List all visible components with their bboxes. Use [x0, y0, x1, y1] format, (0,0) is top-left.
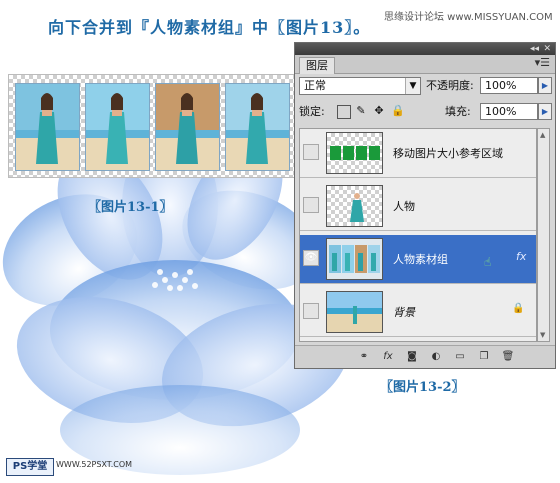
photo-1	[15, 83, 80, 171]
layer-thumbnail	[326, 132, 383, 174]
fill-label: 填充:	[445, 105, 471, 118]
layer-list-scrollbar[interactable]: ▲ ▼	[537, 128, 550, 342]
lock-brush-icon[interactable]: ✎	[355, 105, 367, 117]
opacity-label: 不透明度:	[426, 79, 474, 92]
layer-name[interactable]: 背景	[393, 304, 415, 320]
instruction-heading: 向下合并到『人物素材组』中〖图片13〗。	[48, 18, 371, 37]
layer-row[interactable]: 👁 人物素材组 fx ☝	[300, 235, 536, 284]
opacity-input[interactable]: 100%	[480, 77, 538, 94]
collapse-icon[interactable]: ◂◂	[530, 43, 539, 55]
caption-image-13-2: 〖图片13-2〗	[380, 380, 465, 395]
lock-label: 锁定:	[299, 105, 325, 118]
panel-tab-row: 图层 ▾☰	[295, 55, 555, 74]
lock-transparent-icon[interactable]	[337, 105, 351, 119]
logo-badge: PS学堂	[6, 458, 54, 476]
logo-url: WWW.52PSXT.COM	[56, 460, 133, 469]
link-icon[interactable]: ⚭	[357, 350, 371, 363]
layer-row[interactable]: 背景 🔒	[300, 288, 536, 337]
trash-icon[interactable]: 🗑	[501, 350, 515, 363]
photo-2	[85, 83, 150, 171]
layer-name[interactable]: 人物素材组	[393, 251, 448, 267]
folder-icon[interactable]: ▭	[453, 350, 467, 363]
layer-thumbnail	[326, 185, 383, 227]
visibility-eye-icon[interactable]: 👁	[303, 250, 319, 266]
visibility-eye-icon[interactable]	[303, 303, 319, 319]
visibility-eye-icon[interactable]	[303, 197, 319, 213]
panel-titlebar[interactable]: ◂◂ ✕	[295, 43, 555, 55]
layer-list: 移动图片大小参考区域 人物 👁 人物素材组 fx ☝ 背景 🔒	[299, 128, 537, 342]
layer-row[interactable]: 移动图片大小参考区域	[300, 129, 536, 178]
photo-4	[225, 83, 290, 171]
tab-layers[interactable]: 图层	[299, 57, 335, 74]
layer-thumbnail	[326, 291, 383, 333]
layer-thumbnail	[326, 238, 383, 280]
photo-3	[155, 83, 220, 171]
layer-name[interactable]: 人物	[393, 198, 415, 214]
new-layer-icon[interactable]: ❐	[477, 350, 491, 363]
photo-strip	[8, 74, 298, 178]
mask-icon[interactable]: ◙	[405, 350, 419, 363]
chevron-down-icon: ▼	[405, 78, 420, 94]
lock-fill-row: 锁定: ✎ ✥ 🔒 填充: 100% ▶	[299, 103, 552, 123]
caption-image-13-1: 〖图片13-1〗	[88, 200, 173, 215]
site-watermark: 思缘设计论坛 www.MISSYUAN.COM	[384, 12, 553, 23]
visibility-eye-icon[interactable]	[303, 144, 319, 160]
adjustment-icon[interactable]: ◐	[429, 350, 443, 363]
layer-lock-icon: 🔒	[512, 303, 525, 314]
opacity-slider-button[interactable]: ▶	[538, 77, 552, 94]
ps-school-logo: PS学堂 WWW.52PSXT.COM	[4, 456, 144, 476]
fill-input[interactable]: 100%	[480, 103, 538, 120]
layer-effects-icon[interactable]: fx	[516, 250, 526, 263]
blend-opacity-row: 正常 ▼ 不透明度: 100% ▶	[299, 77, 552, 97]
panel-bottom-toolbar: ⚭ fx ◙ ◐ ▭ ❐ 🗑	[295, 345, 555, 368]
fill-slider-button[interactable]: ▶	[538, 103, 552, 120]
blend-mode-value: 正常	[304, 79, 326, 92]
hand-cursor-icon: ☝	[484, 255, 492, 269]
fx-icon[interactable]: fx	[381, 350, 395, 363]
lock-move-icon[interactable]: ✥	[373, 105, 385, 117]
panel-menu-icon[interactable]: ▾☰	[535, 56, 550, 69]
lock-all-icon[interactable]: 🔒	[391, 105, 405, 117]
layers-panel: ◂◂ ✕ 图层 ▾☰ 正常 ▼ 不透明度: 100% ▶ 锁定: ✎ ✥ 🔒 填…	[294, 42, 556, 369]
layer-name[interactable]: 移动图片大小参考区域	[393, 145, 503, 161]
layer-row[interactable]: 人物	[300, 182, 536, 231]
blend-mode-select[interactable]: 正常 ▼	[299, 77, 421, 95]
close-icon[interactable]: ✕	[543, 43, 551, 55]
